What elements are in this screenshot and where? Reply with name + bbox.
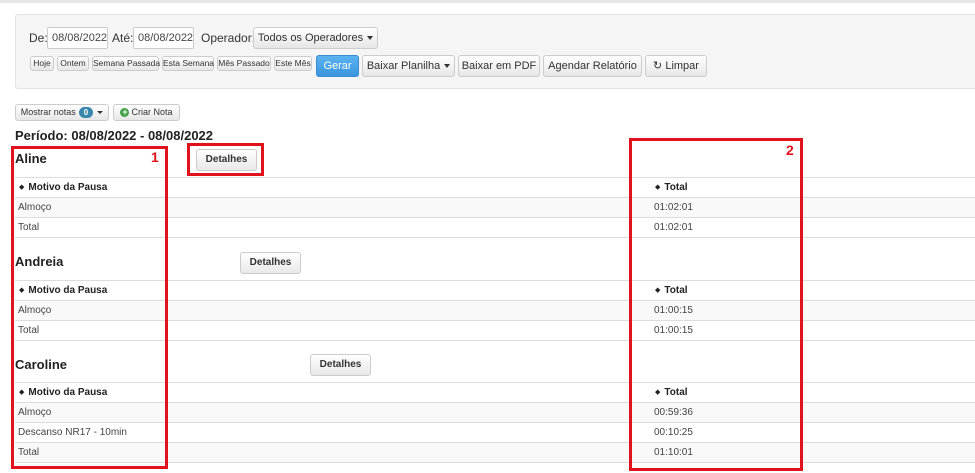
operator-dropdown[interactable]: Todos os Operadores bbox=[253, 27, 378, 49]
annotation-box-2 bbox=[629, 138, 803, 471]
criar-nota-button[interactable]: + Criar Nota bbox=[113, 104, 180, 121]
periodo-title: Período: 08/08/2022 - 08/08/2022 bbox=[15, 128, 214, 143]
range-mes-passado-button[interactable]: Mês Passado bbox=[217, 56, 271, 71]
baixar-planilha-button[interactable]: Baixar Planilha bbox=[362, 55, 455, 77]
plus-circle-icon: + bbox=[120, 107, 130, 118]
chevron-down-icon bbox=[367, 36, 374, 41]
annotation-box-1 bbox=[11, 146, 168, 469]
range-esta-semana-button[interactable]: Esta Semana bbox=[162, 56, 214, 71]
range-este-mes-button[interactable]: Este Mês bbox=[274, 56, 312, 71]
top-border bbox=[0, 0, 975, 3]
annotation-box-detalhes bbox=[187, 143, 264, 176]
mostrar-notas-label: Mostrar notas bbox=[20, 107, 76, 117]
mostrar-notas-button[interactable]: Mostrar notas 0 bbox=[15, 104, 109, 121]
gerar-button[interactable]: Gerar bbox=[316, 55, 359, 77]
range-hoje-button[interactable]: Hoje bbox=[30, 56, 54, 71]
limpar-label: Limpar bbox=[665, 60, 699, 72]
annotation-label-2: 2 bbox=[786, 142, 794, 158]
baixar-planilha-label: Baixar Planilha bbox=[366, 60, 441, 72]
date-from-input[interactable]: 08/08/2022 bbox=[47, 27, 108, 49]
detalhes-button[interactable]: Detalhes bbox=[310, 354, 371, 376]
detalhes-button[interactable]: Detalhes bbox=[240, 252, 301, 274]
range-ontem-button[interactable]: Ontem bbox=[57, 56, 89, 71]
date-to-input[interactable]: 08/08/2022 bbox=[133, 27, 194, 49]
ate-label: Até: bbox=[112, 31, 134, 45]
operador-label: Operador: bbox=[201, 31, 256, 45]
baixar-pdf-button[interactable]: Baixar em PDF bbox=[458, 55, 540, 77]
agendar-relatorio-button[interactable]: Agendar Relatório bbox=[543, 55, 642, 77]
annotation-label-1: 1 bbox=[151, 149, 159, 165]
notes-count-badge: 0 bbox=[78, 107, 94, 119]
refresh-icon: ↻ bbox=[653, 60, 663, 72]
de-label: De: bbox=[29, 31, 48, 45]
chevron-down-icon bbox=[444, 64, 451, 69]
range-semana-passada-button[interactable]: Semana Passada bbox=[92, 56, 160, 71]
criar-nota-label: Criar Nota bbox=[131, 107, 173, 117]
operator-dropdown-label: Todos os Operadores bbox=[257, 32, 364, 44]
filter-panel bbox=[15, 14, 975, 89]
chevron-down-icon bbox=[97, 111, 104, 115]
limpar-button[interactable]: ↻ Limpar bbox=[645, 55, 707, 77]
